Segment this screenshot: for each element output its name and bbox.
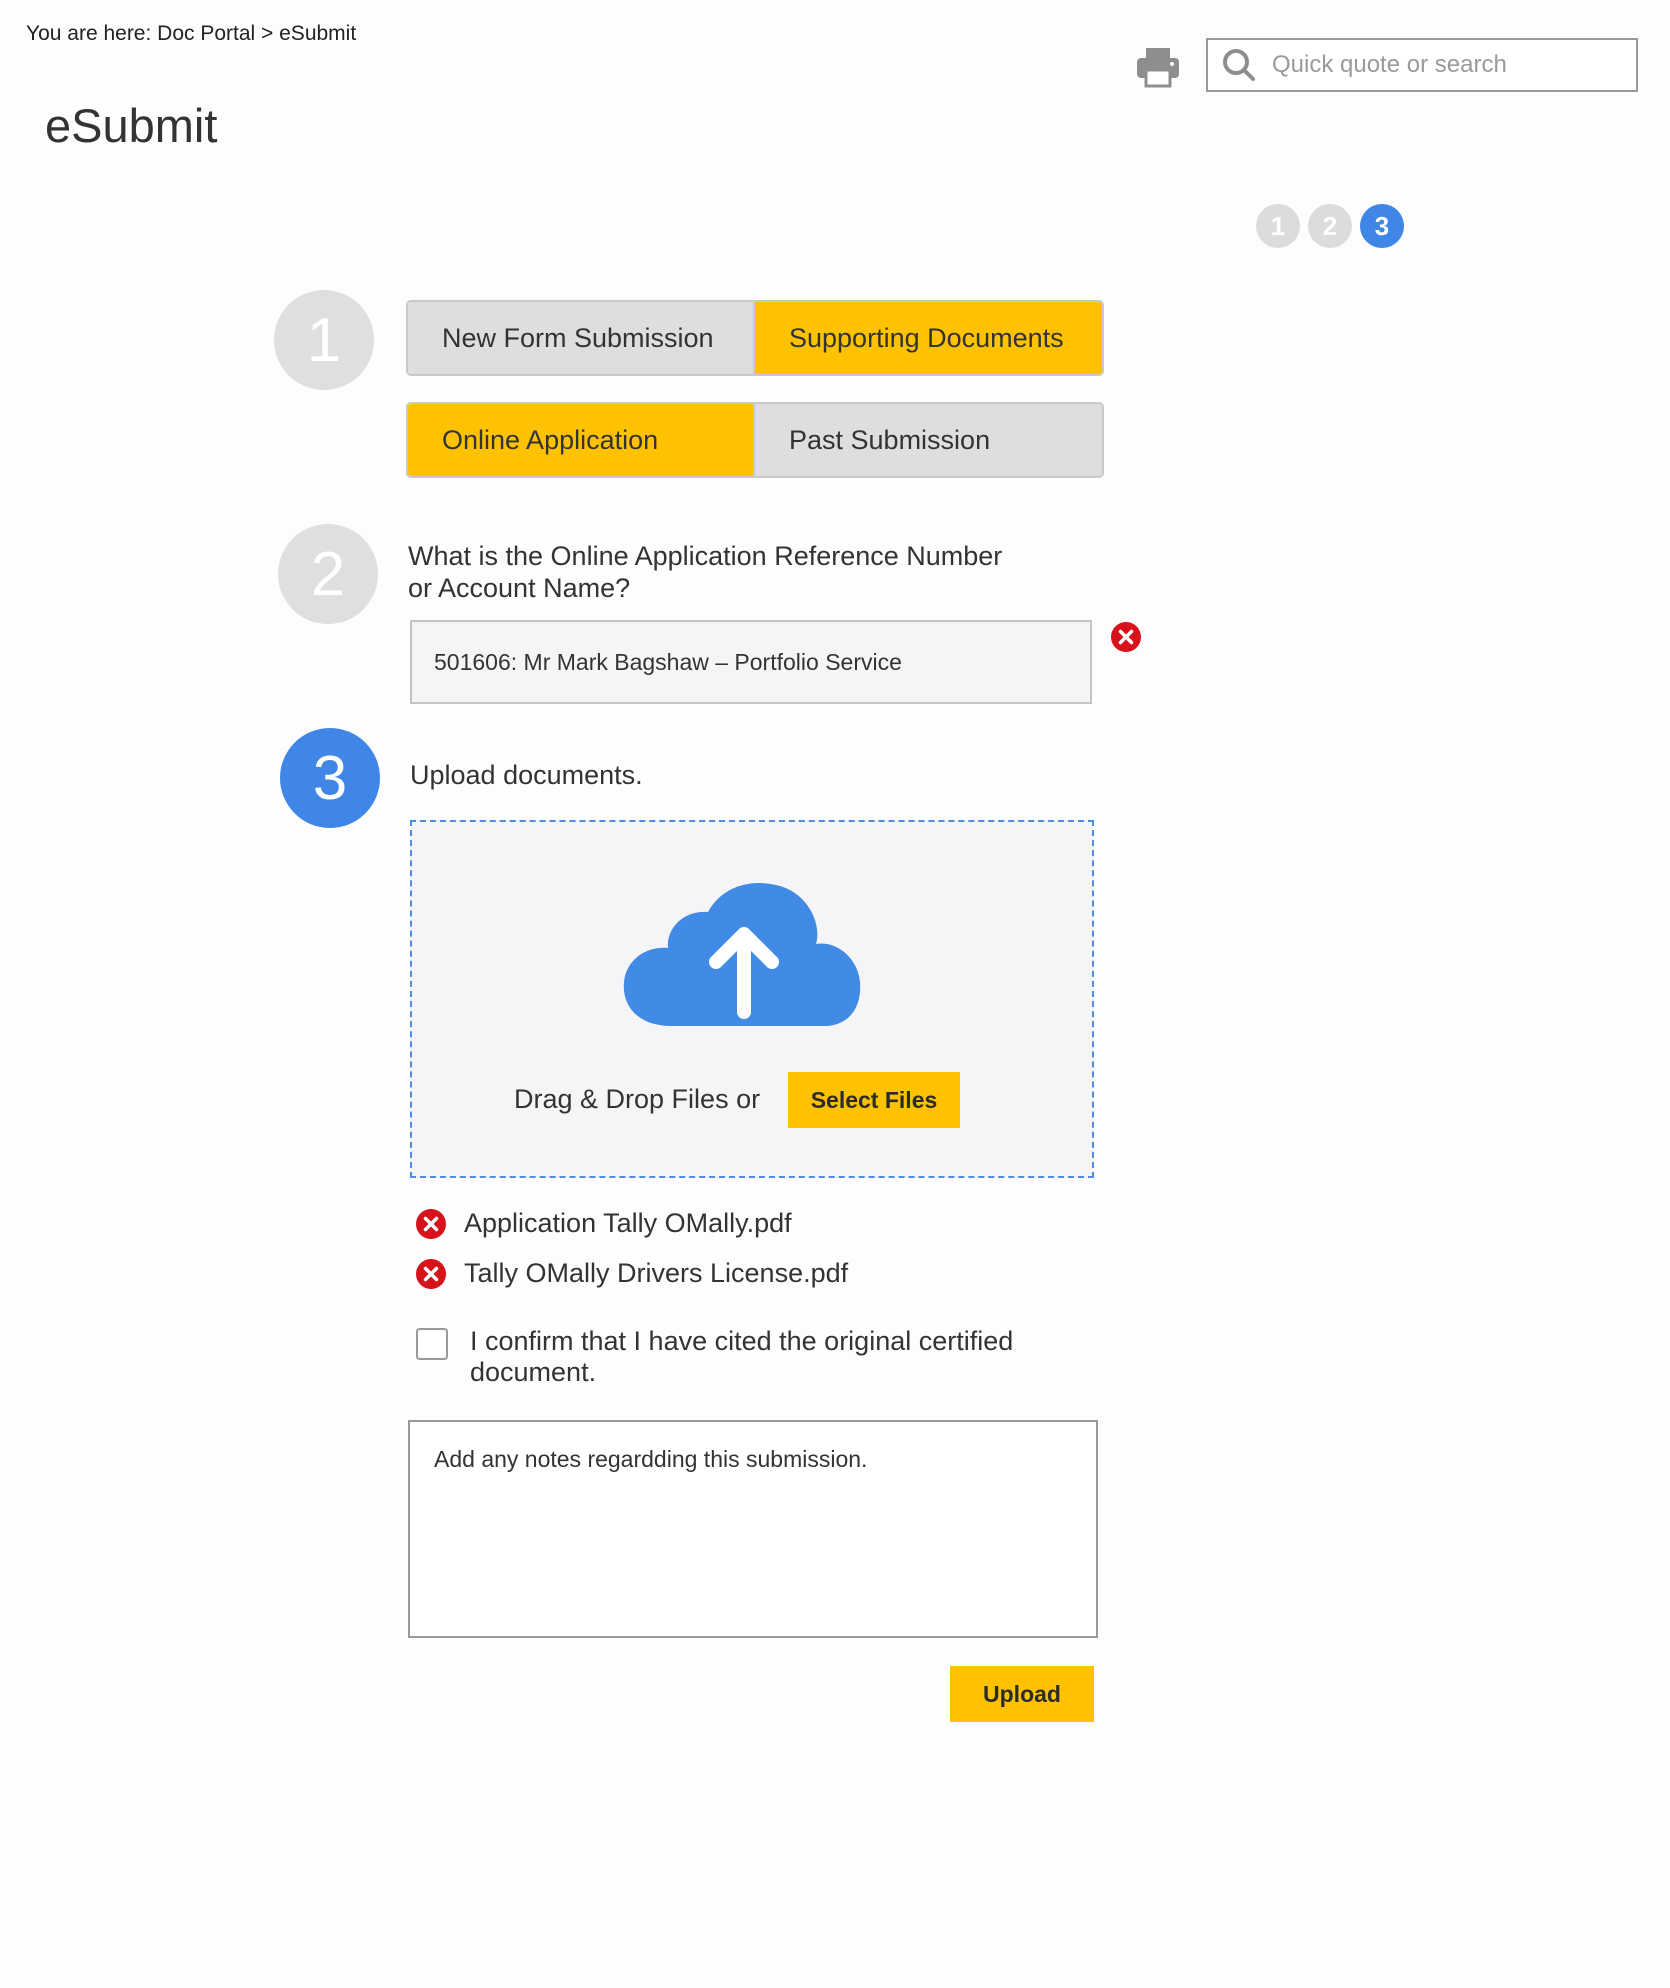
submission-type-row-2: Online Application Past Submission: [406, 402, 1104, 478]
file-name: Tally OMally Drivers License.pdf: [464, 1258, 849, 1288]
step-2-marker: 2: [278, 524, 378, 624]
search-input[interactable]: [1270, 50, 1614, 80]
option-past-submission[interactable]: Past Submission: [755, 404, 1102, 476]
select-files-button[interactable]: Select Files: [788, 1072, 960, 1128]
notes-textarea[interactable]: [408, 1420, 1098, 1638]
printer-icon[interactable]: [1135, 46, 1181, 88]
remove-file-icon[interactable]: [416, 1208, 446, 1239]
file-dropzone[interactable]: Drag & Drop Files or Select Files: [410, 820, 1094, 1178]
progress-step-2[interactable]: 2: [1308, 204, 1352, 248]
drag-drop-text: Drag & Drop Files or: [514, 1084, 761, 1114]
question-line-2: or Account Name?: [408, 573, 631, 603]
upload-button[interactable]: Upload: [950, 1666, 1094, 1722]
reference-question: What is the Online Application Reference…: [408, 540, 1002, 604]
page-title: eSubmit: [45, 99, 218, 152]
option-new-form-submission[interactable]: New Form Submission: [408, 302, 755, 374]
remove-file-icon[interactable]: [416, 1258, 446, 1289]
file-item: Application Tally OMally.pdf: [416, 1208, 792, 1239]
clear-reference-icon[interactable]: [1111, 622, 1141, 652]
search-box[interactable]: [1206, 38, 1638, 92]
file-name: Application Tally OMally.pdf: [464, 1208, 792, 1238]
reference-field[interactable]: 501606: Mr Mark Bagshaw – Portfolio Serv…: [410, 620, 1092, 704]
confirm-text: I confirm that I have cited the original…: [470, 1326, 1014, 1387]
progress-step-3[interactable]: 3: [1360, 204, 1404, 248]
upload-label: Upload documents.: [410, 760, 643, 790]
progress-step-1[interactable]: 1: [1256, 204, 1300, 248]
submission-type-row-1: New Form Submission Supporting Documents: [406, 300, 1104, 376]
step-1-marker: 1: [274, 290, 374, 390]
file-item: Tally OMally Drivers License.pdf: [416, 1258, 848, 1289]
cloud-upload-icon: [623, 883, 861, 1026]
search-icon: [1223, 49, 1255, 81]
confirm-checkbox[interactable]: [416, 1328, 448, 1360]
breadcrumb: You are here: Doc Portal > eSubmit: [26, 22, 357, 45]
option-supporting-documents[interactable]: Supporting Documents: [755, 302, 1102, 374]
step-3-marker: 3: [280, 728, 380, 828]
question-line-1: What is the Online Application Reference…: [408, 541, 1003, 571]
option-online-application[interactable]: Online Application: [408, 404, 755, 476]
